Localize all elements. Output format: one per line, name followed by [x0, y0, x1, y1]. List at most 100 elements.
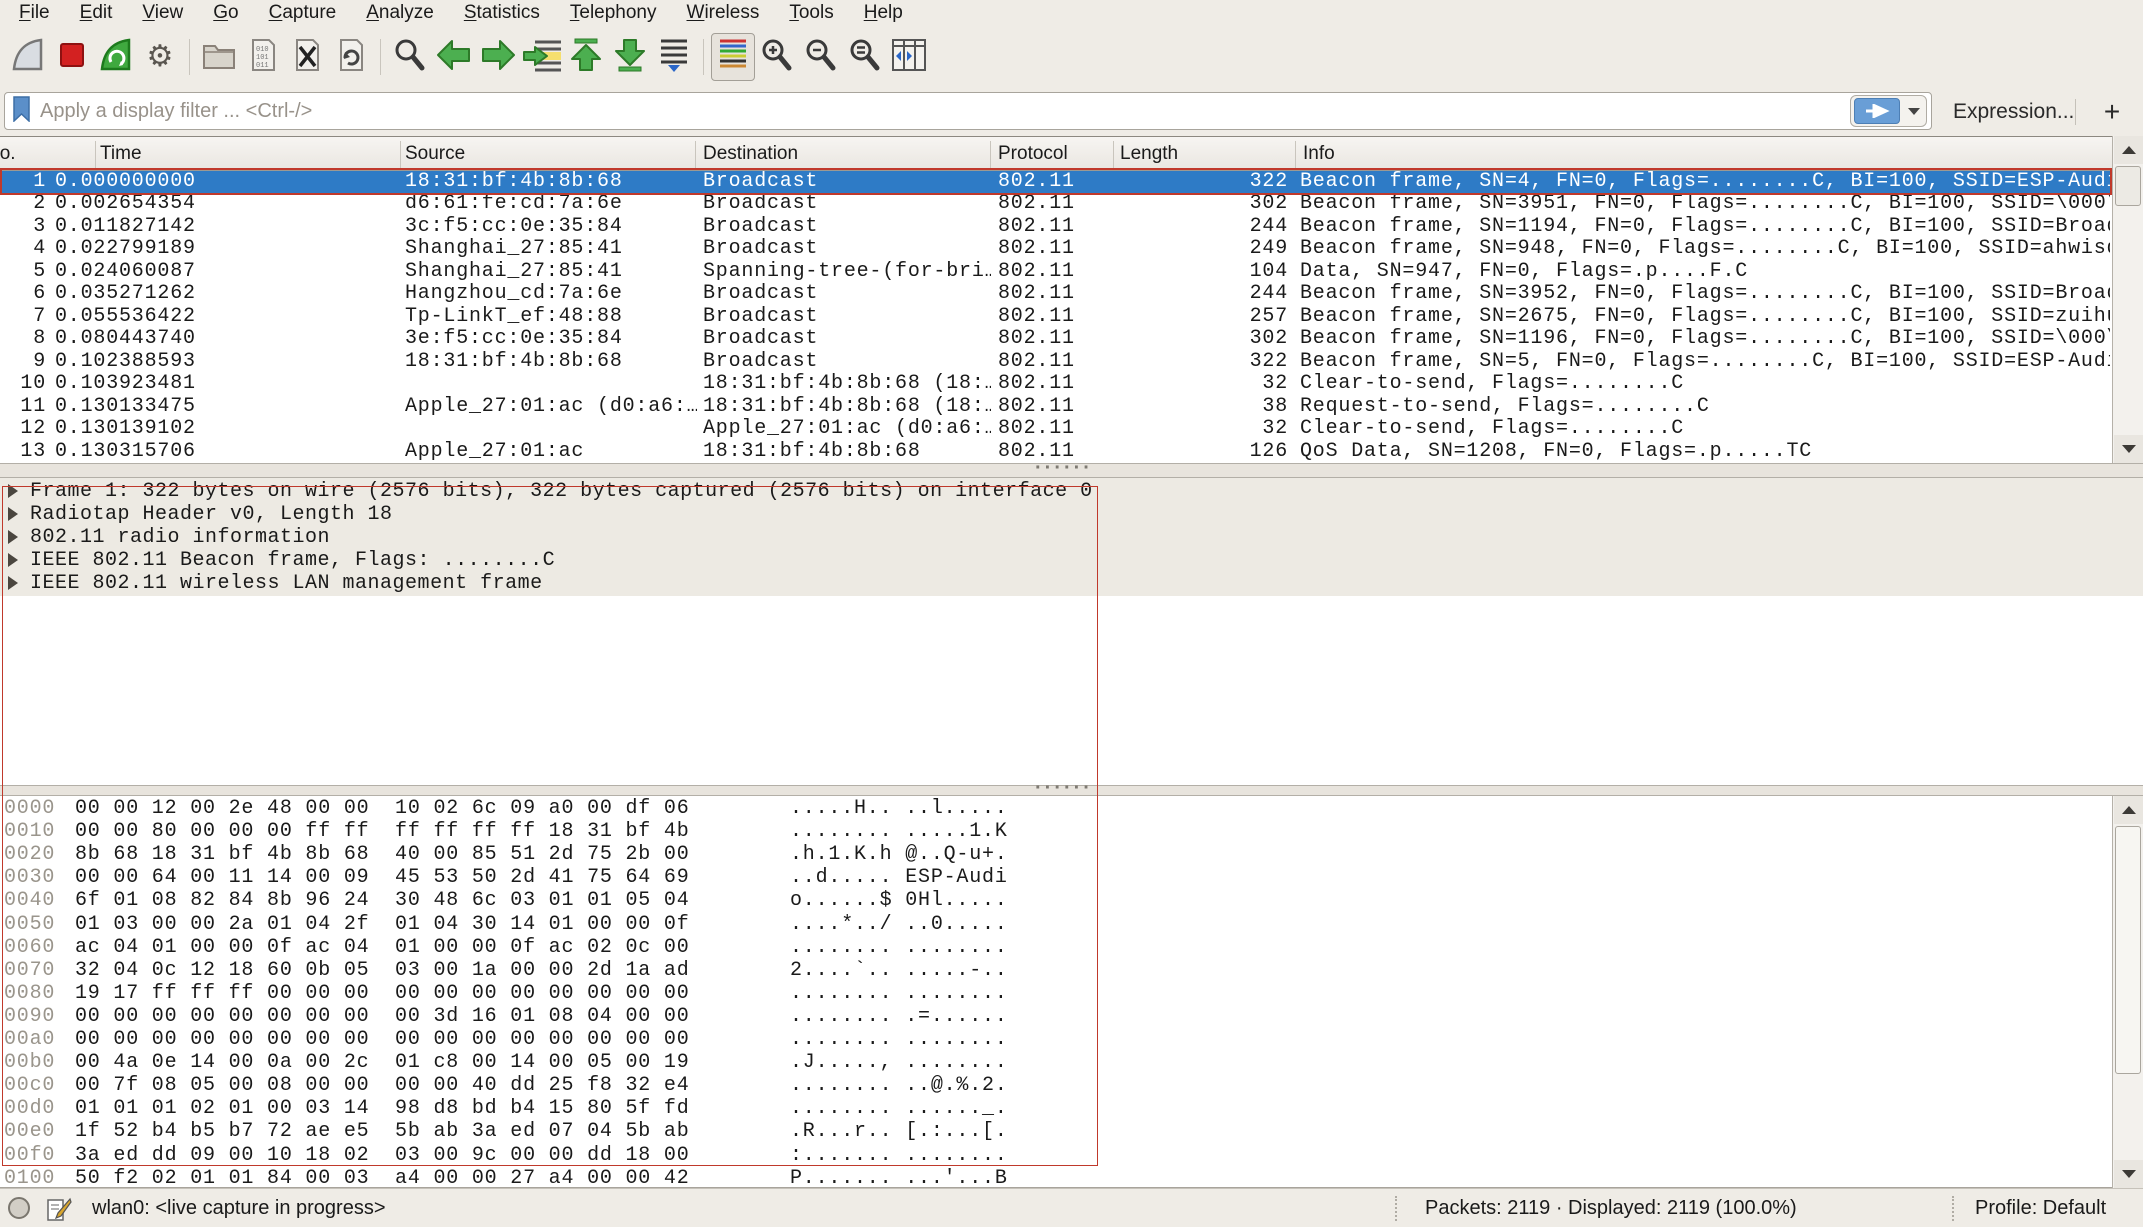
column-header-source[interactable]: Source — [405, 143, 465, 165]
packet-row-6[interactable]: 60.035271262Hangzhou_cd:7a:6eBroadcast80… — [0, 283, 2112, 306]
hex-row-0080[interactable]: 008019 17 ff ff ff 00 00 00 00 00 00 00 … — [0, 982, 2110, 1005]
zoom-in-button[interactable] — [755, 33, 799, 81]
scroll-down-button[interactable] — [2114, 435, 2143, 463]
zoom-normal-button[interactable] — [843, 33, 887, 81]
display-filter-field[interactable] — [4, 92, 1932, 130]
hex-row-0090[interactable]: 009000 00 00 00 00 00 00 00 00 3d 16 01 … — [0, 1005, 2110, 1028]
column-separator[interactable] — [400, 141, 401, 168]
column-separator[interactable] — [1295, 141, 1296, 168]
reload-file-button[interactable] — [329, 33, 373, 81]
packet-row-3[interactable]: 30.0118271423c:f5:cc:0e:35:84Broadcast80… — [0, 216, 2112, 239]
packet-row-1[interactable]: 10.00000000018:31:bf:4b:8b:68Broadcast80… — [0, 171, 2112, 194]
hex-row-00b0[interactable]: 00b000 4a 0e 14 00 0a 00 2c 01 c8 00 14 … — [0, 1051, 2110, 1074]
menu-view[interactable]: View — [127, 0, 198, 27]
packet-row-8[interactable]: 80.0804437403e:f5:cc:0e:35:84Broadcast80… — [0, 328, 2112, 351]
detail-row[interactable]: IEEE 802.11 wireless LAN management fram… — [0, 572, 2143, 595]
hex-row-00c0[interactable]: 00c000 7f 08 05 00 08 00 00 00 00 40 dd … — [0, 1074, 2110, 1097]
profile-text[interactable]: Profile: Default — [1975, 1189, 2106, 1227]
column-header-info[interactable]: Info — [1303, 143, 1335, 165]
find-packet-button[interactable] — [388, 33, 432, 81]
hex-row-00f0[interactable]: 00f03a ed dd 09 00 10 18 02 03 00 9c 00 … — [0, 1144, 2110, 1167]
zoom-out-button[interactable] — [799, 33, 843, 81]
close-file-button[interactable] — [285, 33, 329, 81]
detail-row[interactable]: IEEE 802.11 Beacon frame, Flags: .......… — [0, 549, 2143, 572]
menu-go[interactable]: Go — [198, 0, 253, 27]
packet-row-7[interactable]: 70.055536422Tp-LinkT_ef:48:88Broadcast80… — [0, 306, 2112, 329]
hex-row-0000[interactable]: 000000 00 12 00 2e 48 00 00 10 02 6c 09 … — [0, 797, 2110, 820]
detail-row[interactable]: Radiotap Header v0, Length 18 — [0, 503, 2143, 526]
menu-telephony[interactable]: Telephony — [555, 0, 672, 27]
autoscroll-button[interactable] — [652, 33, 696, 81]
column-header-time[interactable]: Time — [100, 143, 142, 165]
first-packet-button[interactable] — [564, 33, 608, 81]
column-separator[interactable] — [990, 141, 991, 168]
column-separator[interactable] — [95, 141, 96, 168]
capture-comment-icon[interactable] — [46, 1196, 72, 1227]
column-separator[interactable] — [695, 141, 696, 168]
apply-filter-button[interactable] — [1854, 98, 1900, 124]
packet-bytes-scrollbar[interactable] — [2112, 796, 2143, 1188]
expander-icon[interactable] — [8, 553, 18, 567]
capture-options-button[interactable]: ⚙ — [138, 33, 182, 81]
save-file-button[interactable]: 010101011 — [241, 33, 285, 81]
scroll-up-button[interactable] — [2114, 796, 2143, 824]
hex-row-0060[interactable]: 0060ac 04 01 00 00 0f ac 04 01 00 00 0f … — [0, 936, 2110, 959]
restart-capture-button[interactable] — [94, 33, 138, 81]
expander-icon[interactable] — [8, 507, 18, 521]
menu-statistics[interactable]: Statistics — [449, 0, 555, 27]
resize-columns-button[interactable] — [887, 33, 931, 81]
open-file-button[interactable] — [197, 33, 241, 81]
menu-file[interactable]: File — [4, 0, 65, 27]
menu-tools[interactable]: Tools — [774, 0, 848, 27]
bookmark-icon[interactable] — [13, 96, 30, 127]
detail-row[interactable]: 802.11 radio information — [0, 526, 2143, 549]
goto-packet-button[interactable] — [520, 33, 564, 81]
hex-row-0100[interactable]: 010050 f2 02 01 01 84 00 03 a4 00 00 27 … — [0, 1167, 2110, 1188]
packet-row-9[interactable]: 90.10238859318:31:bf:4b:8b:68Broadcast80… — [0, 351, 2112, 374]
scroll-down-button[interactable] — [2114, 1160, 2143, 1188]
column-header-no[interactable]: No. — [0, 143, 16, 165]
hex-row-0050[interactable]: 005001 03 00 00 2a 01 04 2f 01 04 30 14 … — [0, 913, 2110, 936]
hex-row-0070[interactable]: 007032 04 0c 12 18 60 0b 05 03 00 1a 00 … — [0, 959, 2110, 982]
packet-list-header[interactable]: No. Time Source Destination Protocol Length In… — [0, 136, 2112, 171]
menu-wireless[interactable]: Wireless — [672, 0, 775, 27]
scrollbar-thumb[interactable] — [2115, 826, 2141, 1074]
hex-row-0040[interactable]: 00406f 01 08 82 84 8b 96 24 30 48 6c 03 … — [0, 889, 2110, 912]
packet-list-scrollbar[interactable] — [2112, 136, 2143, 463]
hex-row-00a0[interactable]: 00a000 00 00 00 00 00 00 00 00 00 00 00 … — [0, 1028, 2110, 1051]
expander-icon[interactable] — [8, 576, 18, 590]
packet-row-10[interactable]: 100.10392348118:31:bf:4b:8b:68 (18:…802.… — [0, 373, 2112, 396]
packet-row-5[interactable]: 50.024060087Shanghai_27:85:41Spanning-tr… — [0, 261, 2112, 284]
packet-row-2[interactable]: 20.002654354d6:61:fe:cd:7a:6eBroadcast80… — [0, 193, 2112, 216]
packet-row-11[interactable]: 110.130133475Apple_27:01:ac (d0:a6:…18:3… — [0, 396, 2112, 419]
hex-row-0010[interactable]: 001000 00 80 00 00 00 ff ff ff ff ff ff … — [0, 820, 2110, 843]
expert-info-icon[interactable] — [8, 1197, 30, 1219]
display-filter-input[interactable] — [30, 100, 1850, 123]
hex-row-0030[interactable]: 003000 00 64 00 11 14 00 09 45 53 50 2d … — [0, 866, 2110, 889]
filter-history-dropdown-icon[interactable] — [1908, 108, 1920, 115]
column-header-protocol[interactable]: Protocol — [998, 143, 1068, 165]
packet-row-12[interactable]: 120.130139102Apple_27:01:ac (d0:a6:…802.… — [0, 418, 2112, 441]
hex-row-0020[interactable]: 00208b 68 18 31 bf 4b 8b 68 40 00 85 51 … — [0, 843, 2110, 866]
menu-edit[interactable]: Edit — [65, 0, 128, 27]
stop-capture-button[interactable] — [50, 33, 94, 81]
column-header-destination[interactable]: Destination — [703, 143, 798, 165]
expression-button[interactable]: Expression... — [1953, 87, 2074, 136]
add-filter-button[interactable]: + — [2092, 87, 2132, 136]
menu-help[interactable]: Help — [849, 0, 918, 27]
expander-icon[interactable] — [8, 484, 18, 498]
colorize-button[interactable] — [711, 33, 755, 81]
expander-icon[interactable] — [8, 530, 18, 544]
last-packet-button[interactable] — [608, 33, 652, 81]
forward-button[interactable] — [476, 33, 520, 81]
packet-row-4[interactable]: 40.022799189Shanghai_27:85:41Broadcast80… — [0, 238, 2112, 261]
column-separator[interactable] — [1113, 141, 1114, 168]
back-button[interactable] — [432, 33, 476, 81]
list-detail-splitter[interactable]: ······ — [0, 463, 2143, 478]
hex-row-00d0[interactable]: 00d001 01 01 02 01 00 03 14 98 d8 bd b4 … — [0, 1097, 2110, 1120]
column-header-length[interactable]: Length — [1120, 143, 1178, 165]
start-capture-button[interactable] — [6, 33, 50, 81]
detail-row[interactable]: Frame 1: 322 bytes on wire (2576 bits), … — [0, 480, 2143, 503]
scrollbar-thumb[interactable] — [2115, 166, 2141, 206]
detail-bytes-splitter[interactable]: ······ — [0, 785, 2143, 796]
